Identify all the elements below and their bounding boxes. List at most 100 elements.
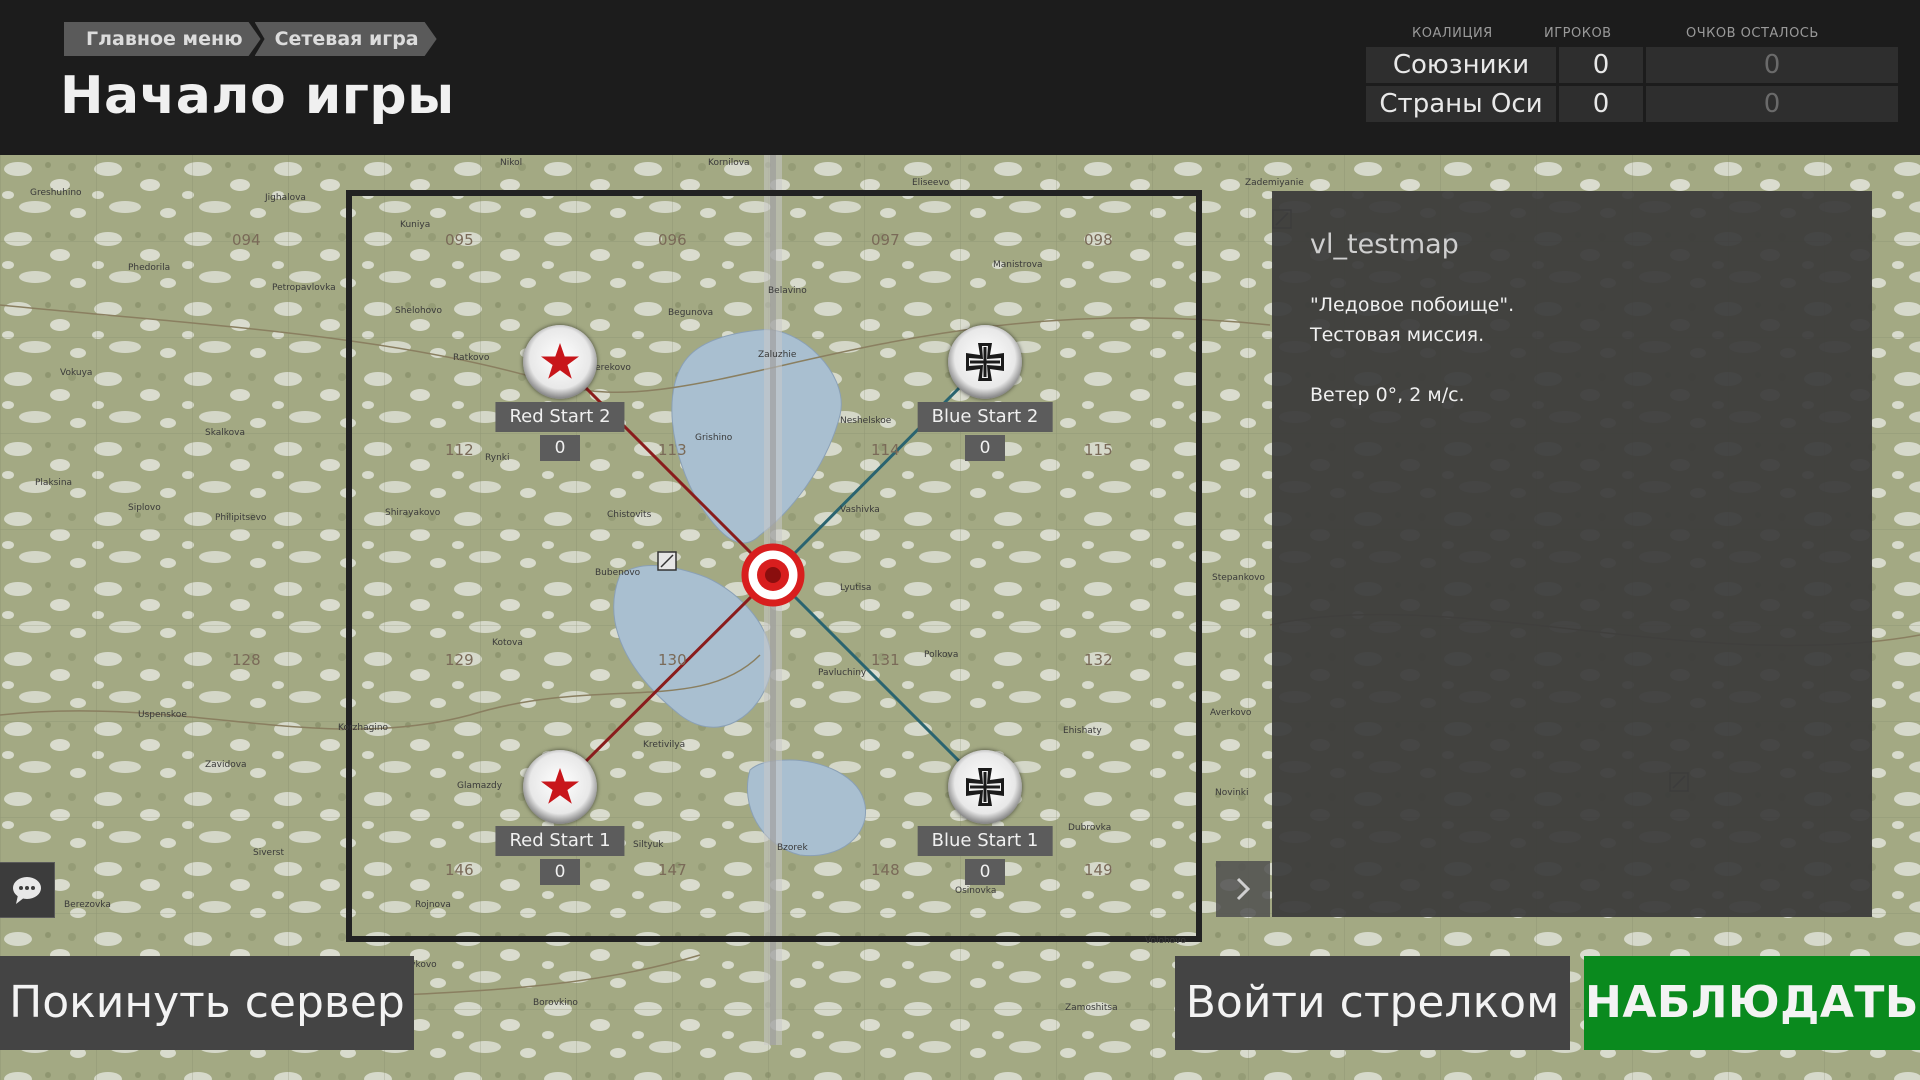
- coalition-header: КОАЛИЦИЯ: [1412, 26, 1493, 41]
- spawn-player-count: 0: [965, 859, 1005, 885]
- red-star-icon[interactable]: [523, 325, 597, 399]
- grid-square-label: 130: [658, 651, 687, 669]
- chat-button[interactable]: [0, 862, 55, 918]
- place-name-label: Bzorek: [777, 843, 808, 853]
- mission-description: Тестовая миссия.: [1310, 324, 1485, 346]
- grid-square-label: 113: [658, 441, 687, 459]
- place-name-label: Shirayakovo: [385, 508, 441, 518]
- page-title: Начало игры: [60, 66, 455, 126]
- mission-info-panel: vl_testmap "Ледовое побоище". Тестовая м…: [1272, 191, 1872, 917]
- points-left: 0: [1646, 86, 1898, 122]
- iron-cross-icon[interactable]: [948, 325, 1022, 399]
- place-name-label: Bubenovo: [595, 568, 641, 578]
- place-name-label: Pavluchiny: [818, 668, 867, 678]
- place-name-label: Korzhagino: [338, 723, 389, 733]
- spawn-label[interactable]: Blue Start 1: [917, 826, 1053, 856]
- place-name-label: Glamazdy: [457, 781, 503, 791]
- score-row-allies: Союзники 0 0: [1366, 47, 1898, 83]
- place-name-label: Zamoshitsa: [1065, 1003, 1118, 1013]
- place-name-label: Philipitsevo: [215, 513, 267, 523]
- place-name-label: Vashivka: [840, 505, 880, 515]
- spawn-label[interactable]: Red Start 1: [495, 826, 625, 856]
- place-name-label: Berezovka: [64, 900, 111, 910]
- grid-square-label: 129: [445, 651, 474, 669]
- breadcrumb: Главное меню Сетевая игра: [64, 22, 439, 56]
- place-name-label: Osinovka: [955, 886, 996, 896]
- grid-square-label: 148: [871, 861, 900, 879]
- place-name-label: Phedorila: [128, 263, 170, 273]
- place-name-label: Chistovits: [607, 510, 652, 520]
- spawn-player-count: 0: [540, 859, 580, 885]
- place-name-label: Vokuya: [60, 368, 92, 378]
- grid-square-label: 131: [871, 651, 900, 669]
- place-name-label: Volohovo: [1145, 936, 1187, 946]
- player-count: 0: [1559, 47, 1643, 83]
- place-name-label: Shelohovo: [395, 306, 442, 316]
- place-name-label: Belavino: [768, 286, 807, 296]
- place-name-label: Borovkino: [533, 998, 578, 1008]
- place-name-label: Nikol: [500, 158, 522, 168]
- grid-square-label: 146: [445, 861, 474, 879]
- place-name-label: Dubrovka: [1068, 823, 1111, 833]
- place-name-label: Siverst: [253, 848, 284, 858]
- place-name-label: Manistrova: [993, 260, 1043, 270]
- iron-cross-icon[interactable]: [948, 750, 1022, 824]
- spawn-label[interactable]: Blue Start 2: [917, 402, 1053, 432]
- spawn-player-count: 0: [965, 435, 1005, 461]
- grid-square-label: 147: [658, 861, 687, 879]
- place-name-label: Zavidova: [205, 760, 247, 770]
- red-star-icon[interactable]: [523, 750, 597, 824]
- place-name-label: Lyutisa: [840, 583, 871, 593]
- player-count: 0: [1559, 86, 1643, 122]
- points-left-header: ОЧКОВ ОСТАЛОСЬ: [1686, 26, 1819, 41]
- spawn-player-count: 0: [540, 435, 580, 461]
- place-name-label: Greshuhino: [30, 188, 82, 198]
- chevron-right-icon: [1236, 877, 1251, 901]
- place-name-label: Ratkovo: [453, 353, 490, 363]
- breadcrumb-network-game[interactable]: Сетевая игра: [255, 22, 437, 56]
- place-name-label: Neshelskoe: [840, 416, 892, 426]
- coalition-name: Страны Оси: [1366, 86, 1556, 122]
- chat-icon: [13, 877, 41, 904]
- observe-button[interactable]: НАБЛЮДАТЬ: [1584, 956, 1920, 1050]
- grid-square-label: 112: [445, 441, 474, 459]
- map-marker-icon: [657, 551, 677, 571]
- place-name-label: Kotova: [492, 638, 523, 648]
- map-name: vl_testmap: [1310, 229, 1459, 260]
- grid-square-label: 149: [1084, 861, 1113, 879]
- top-header: Главное меню Сетевая игра Начало игры КО…: [0, 0, 1920, 155]
- points-left: 0: [1646, 47, 1898, 83]
- objective-target-icon[interactable]: [741, 543, 805, 607]
- place-name-label: Polkova: [924, 650, 958, 660]
- players-header: ИГРОКОВ: [1544, 26, 1612, 41]
- place-name-label: Zaluzhie: [758, 350, 797, 360]
- grid-square-label: 097: [871, 231, 900, 249]
- place-name-label: Kuniya: [400, 220, 430, 230]
- grid-square-label: 114: [871, 441, 900, 459]
- grid-square-label: 098: [1084, 231, 1113, 249]
- place-name-label: Rynki: [485, 453, 510, 463]
- place-name-label: Kornilova: [708, 158, 750, 168]
- place-name-label: Petropavlovka: [272, 283, 336, 293]
- grid-square-label: 132: [1084, 651, 1113, 669]
- grid-square-label: 115: [1084, 441, 1113, 459]
- join-as-gunner-button[interactable]: Войти стрелком: [1175, 956, 1570, 1050]
- place-name-label: Begunova: [668, 308, 713, 318]
- grid-square-label: 128: [232, 651, 261, 669]
- spawn-label[interactable]: Red Start 2: [495, 402, 625, 432]
- wind-info: Ветер 0°, 2 м/с.: [1310, 384, 1465, 406]
- place-name-label: Siltyuk: [633, 840, 664, 850]
- place-name-label: Plaksina: [35, 478, 72, 488]
- place-name-label: Kretivilya: [643, 740, 685, 750]
- place-name-label: Rojnova: [415, 900, 451, 910]
- panel-toggle-button[interactable]: [1216, 861, 1270, 917]
- leave-server-button[interactable]: Покинуть сервер: [0, 956, 414, 1050]
- place-name-label: Uspenskoe: [138, 710, 187, 720]
- coalition-name: Союзники: [1366, 47, 1556, 83]
- place-name-label: Eliseevo: [912, 178, 950, 188]
- place-name-label: Ehishaty: [1063, 726, 1102, 736]
- place-name-label: Averkovo: [1210, 708, 1252, 718]
- breadcrumb-main-menu[interactable]: Главное меню: [64, 22, 261, 56]
- place-name-label: Novinki: [1215, 788, 1248, 798]
- mission-title: "Ледовое побоище".: [1310, 294, 1515, 316]
